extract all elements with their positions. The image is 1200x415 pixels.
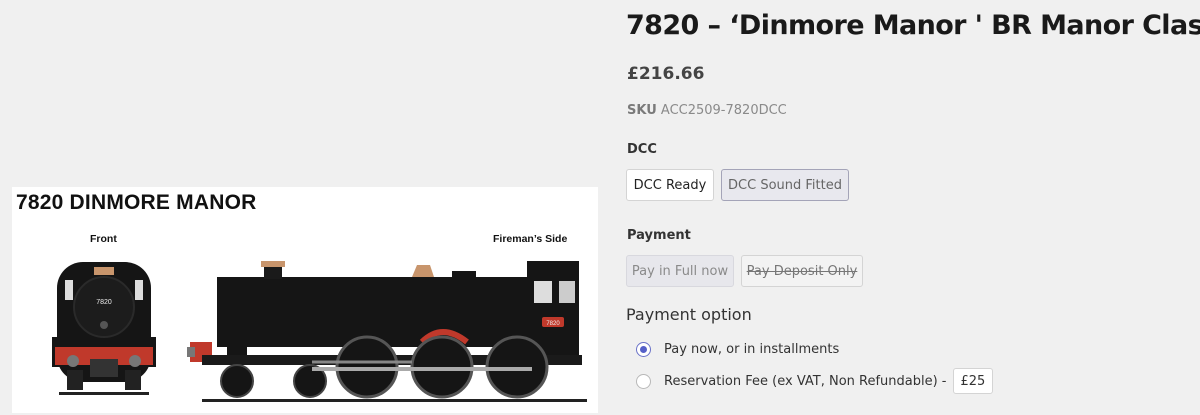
reservation-fee-radio[interactable] xyxy=(636,373,651,389)
pay-now-radio[interactable] xyxy=(636,342,651,357)
side-view-drawing: 7820 xyxy=(187,261,587,402)
reservation-fee-choice[interactable]: Reservation Fee (ex VAT, Non Refundable)… xyxy=(636,368,994,394)
dcc-label: DCC xyxy=(627,142,657,157)
sku-value: ACC2509-7820DCC xyxy=(660,103,787,118)
payment-option-heading: Payment option xyxy=(626,305,752,324)
radio-selected-dot xyxy=(640,346,647,353)
product-image[interactable]: 7820 DINMORE MANOR Front Fireman’s Side … xyxy=(12,187,598,413)
dcc-ready-option[interactable]: DCC Ready xyxy=(626,169,714,201)
smokebox-number: 7820 xyxy=(96,299,112,306)
reservation-fee-amount: £25 xyxy=(952,368,994,394)
locomotive-drawing: 7820 7820 xyxy=(52,261,587,402)
pay-now-label: Pay now, or in installments xyxy=(664,342,840,357)
product-price: £216.66 xyxy=(627,64,705,84)
sku-label: SKU xyxy=(627,103,657,118)
product-title: 7820 – ‘Dinmore Manor ' BR Manor Class xyxy=(626,10,1200,41)
product-sku: SKU ACC2509-7820DCC xyxy=(627,103,787,118)
pay-deposit-option[interactable]: Pay Deposit Only xyxy=(741,255,863,287)
cab-number: 7820 xyxy=(546,321,560,327)
pay-in-full-option[interactable]: Pay in Full now xyxy=(626,255,734,287)
reservation-fee-label: Reservation Fee (ex VAT, Non Refundable)… xyxy=(664,373,947,389)
payment-label: Payment xyxy=(627,228,691,243)
pay-now-choice[interactable]: Pay now, or in installments xyxy=(636,342,839,357)
dcc-sound-fitted-option[interactable]: DCC Sound Fitted xyxy=(721,169,849,201)
front-view-drawing: 7820 xyxy=(52,262,156,395)
